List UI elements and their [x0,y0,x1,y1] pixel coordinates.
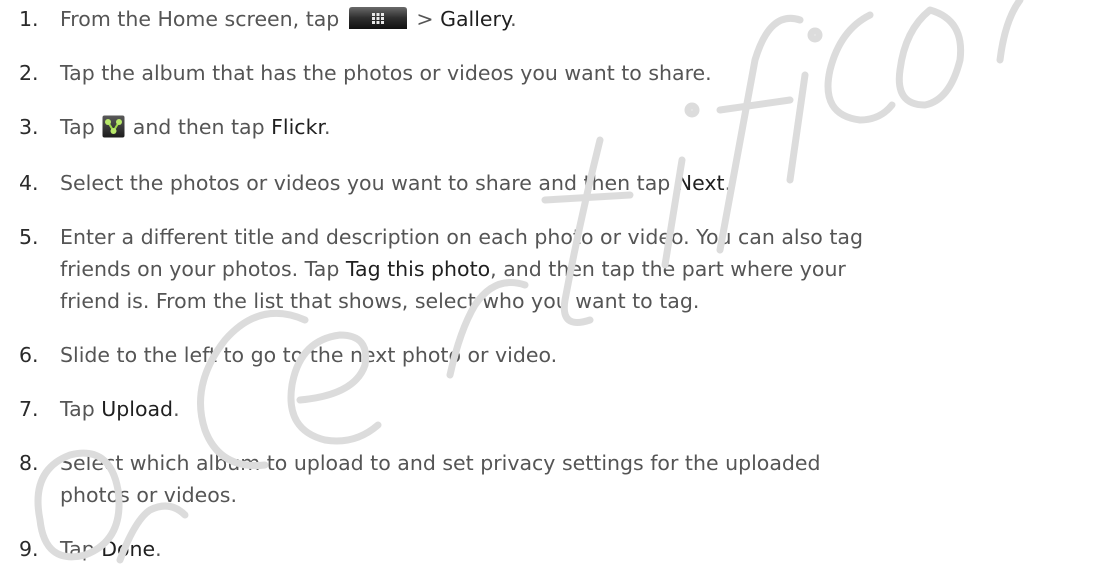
step-text: Enter a different title and description … [60,221,1095,317]
step-line: friend is. From the list that shows, sel… [60,289,700,313]
step-line: friends on your photos. Tap Tag this pho… [60,257,846,281]
step-line: photos or videos. [60,483,238,507]
step-number: 9. [19,537,39,561]
step-number: 1. [19,7,39,31]
step-number: 4. [19,171,39,195]
step-text: Tap and then tap Flickr. [60,115,331,139]
step-number: 6. [19,343,39,367]
step-text: Slide to the left to go to the next phot… [60,343,558,367]
step-number: 7. [19,397,39,421]
step-line: Enter a different title and description … [60,225,863,249]
step-text: Select the photos or videos you want to … [60,171,732,195]
step-text: Tap the album that has the photos or vid… [60,61,712,85]
step-text: From the Home screen, tap > Gallery. [60,7,517,31]
step-text: Tap Upload. [60,397,180,421]
step-number: 2. [19,61,39,85]
step-text: Select which album to upload to and set … [60,447,1095,511]
all-apps-icon [348,7,407,29]
step-text: Tap Done. [60,537,162,561]
step-number: 8. [19,451,39,475]
step-number: 5. [19,225,39,249]
share-icon [102,115,125,138]
step-number: 3. [19,115,39,139]
step-line: Select which album to upload to and set … [60,451,821,475]
